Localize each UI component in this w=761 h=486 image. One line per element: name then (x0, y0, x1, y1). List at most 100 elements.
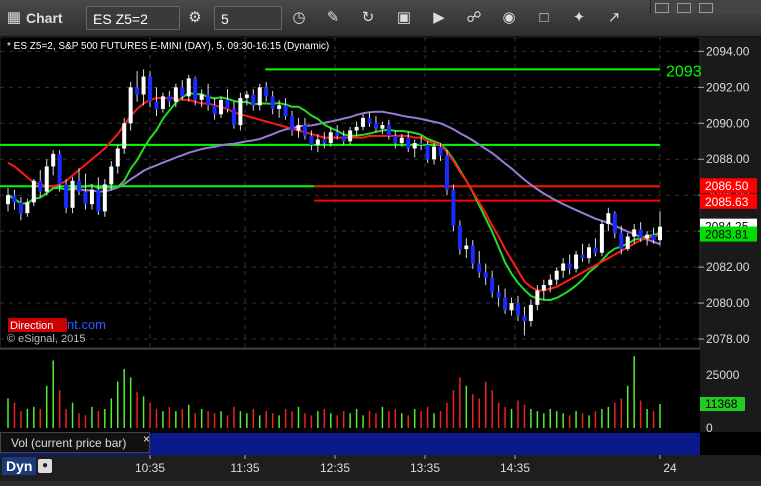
clock-icon[interactable]: ◷ (288, 8, 310, 28)
symbol-input[interactable]: ES Z5=2 (86, 6, 180, 30)
candle-body (141, 76, 146, 95)
candle-body (658, 226, 662, 241)
candle-body (186, 78, 191, 97)
x-tick-label: 14:35 (500, 461, 530, 475)
volume-study-label[interactable]: Vol (current price bar) (0, 432, 150, 453)
candle-body (167, 96, 172, 102)
y-tick-label: 2080.00 (706, 296, 750, 310)
camera-icon[interactable]: ◉ (498, 8, 520, 28)
candle-body (6, 195, 10, 205)
lock-icon[interactable]: ● (38, 459, 52, 473)
candle-body (586, 247, 591, 259)
x-tick-label: 13:35 (410, 461, 440, 475)
candle-body (77, 180, 82, 192)
price-marker-label: 2093 (666, 63, 702, 80)
candle-body (470, 245, 475, 264)
candle-body (419, 143, 424, 145)
candle-body (593, 247, 598, 253)
close-icon[interactable]: × (143, 432, 150, 446)
comment-icon[interactable]: □ (533, 8, 555, 28)
candle-body (509, 303, 514, 311)
settings-icon[interactable]: ⚙ (184, 8, 206, 28)
candle-body (315, 139, 320, 145)
price-marker-label: 2085.63 (705, 195, 749, 209)
candle-body (231, 108, 236, 126)
candle-body (148, 76, 153, 102)
candle-body (354, 126, 359, 131)
candle-body (173, 87, 178, 102)
candle-body (535, 290, 540, 305)
candle-body (290, 116, 295, 131)
candle-body (561, 263, 566, 271)
refresh-icon[interactable]: ↻ (357, 8, 379, 28)
candle-body (96, 189, 101, 212)
dynamic-mode-label[interactable]: Dyn (2, 457, 37, 475)
candle-body (193, 78, 198, 100)
candle-body (477, 263, 482, 273)
candle-body (496, 292, 501, 298)
price-marker-label: 2083.81 (705, 228, 749, 242)
candle-body (309, 135, 314, 145)
maximize-icon[interactable] (677, 3, 691, 13)
candle-body (38, 180, 43, 192)
expand-icon[interactable]: ↗ (603, 8, 625, 28)
draw-icon[interactable]: ✎ (322, 8, 344, 28)
candle-body (348, 130, 353, 142)
candle-body (270, 96, 275, 109)
y-tick-label: 2082.00 (706, 260, 750, 274)
candle-body (599, 223, 604, 253)
link-icon[interactable]: ☍ (463, 8, 485, 28)
candle-body (70, 180, 75, 208)
candle-body (373, 123, 378, 129)
direction-badge-suffix[interactable]: nt.com (67, 317, 106, 332)
candle-body (425, 144, 430, 160)
candle-body (554, 270, 559, 280)
candle-body (399, 137, 404, 144)
candle-body (135, 87, 140, 95)
candle-body (264, 87, 269, 97)
candle-body (51, 153, 56, 167)
candle-body (380, 125, 385, 129)
candle-body (393, 135, 398, 144)
candle-body (154, 101, 159, 109)
candle-body (64, 184, 69, 208)
candle-body (89, 189, 94, 205)
candle-body (25, 202, 30, 214)
candle-body (464, 245, 469, 250)
play-icon[interactable]: ▶ (428, 8, 450, 28)
candle-body (386, 125, 391, 136)
direction-badge[interactable]: Direction (10, 320, 53, 332)
candle-body (277, 105, 282, 109)
candle-body (44, 166, 49, 192)
candle-body (503, 297, 508, 311)
candle-body (296, 125, 301, 131)
y-tick-label: 2078.00 (706, 332, 750, 346)
minimize-icon[interactable] (655, 3, 669, 13)
y-tick-label: 2094.00 (706, 44, 750, 58)
price-chart[interactable]: 2094.002092.002090.002088.002086.002084.… (0, 37, 761, 455)
candle-body (625, 236, 630, 250)
candle-body (225, 99, 230, 109)
candle-body (412, 143, 417, 149)
candle-body (244, 94, 249, 99)
candle-body (109, 166, 114, 185)
candle-body (18, 202, 23, 214)
candle-body (57, 153, 62, 185)
chart-title: * ES Z5=2, S&P 500 FUTURES E-MINI (DAY),… (7, 41, 329, 52)
time-axis: 10:35 11:35 12:35 13:35 14:35 24 (0, 455, 761, 481)
candle-body (31, 180, 36, 203)
candle-body (302, 125, 307, 136)
candle-body (490, 277, 495, 293)
interval-select[interactable]: 5 (214, 6, 282, 30)
quote-icon[interactable]: ▣ (393, 8, 415, 28)
twitter-icon[interactable]: ✦ (568, 8, 590, 28)
candle-body (257, 87, 262, 106)
y-tick-label: 2090.00 (706, 116, 750, 130)
candle-body (651, 234, 656, 241)
candle-body (12, 195, 17, 203)
candle-body (219, 99, 224, 115)
candle-body (122, 123, 127, 149)
close-icon[interactable] (699, 3, 713, 13)
candle-body (645, 234, 650, 239)
candle-body (102, 184, 107, 212)
